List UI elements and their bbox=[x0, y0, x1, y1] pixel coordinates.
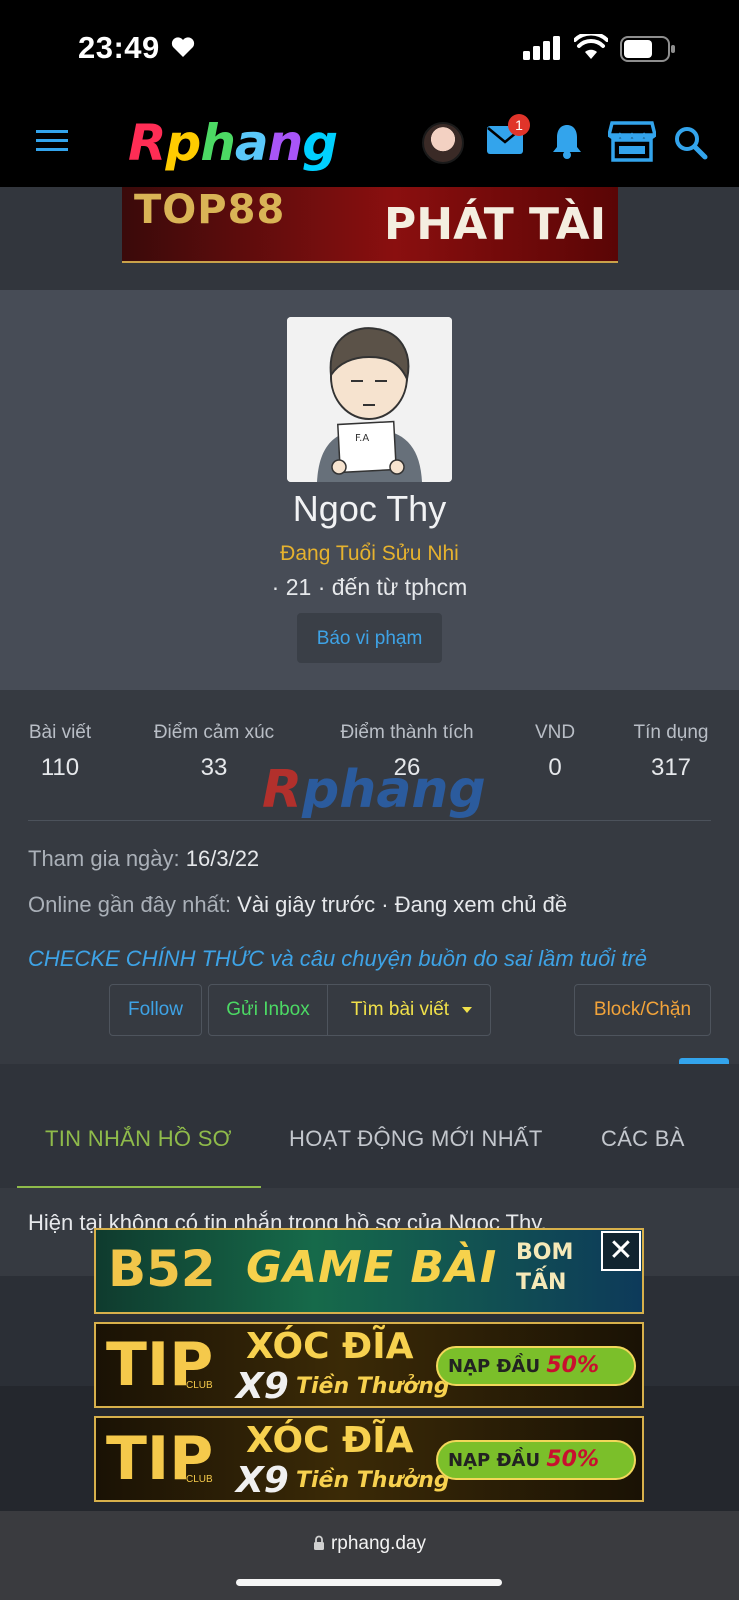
tip-ad-subtitle: Tiền Thưởng bbox=[296, 1374, 450, 1399]
tip-xoc-dia-ad[interactable]: TIP CLUB XÓC ĐĨA X9 Tiền Thưởng NẠP ĐẦU … bbox=[94, 1322, 644, 1408]
report-button[interactable]: Báo vi phạm bbox=[297, 613, 442, 663]
top-banner-ad[interactable]: TOP88 PHÁT TÀI bbox=[122, 187, 618, 263]
joined-date-row: Tham gia ngày: 16/3/22 bbox=[28, 846, 259, 872]
joined-value: 16/3/22 bbox=[185, 846, 260, 871]
tip-ad-x9: X9 bbox=[236, 1366, 289, 1407]
cellular-signal-icon bbox=[523, 36, 560, 60]
lock-icon bbox=[313, 1535, 324, 1550]
mail-badge: 1 bbox=[508, 114, 530, 136]
stat-label: Điểm cảm xúc bbox=[153, 722, 275, 743]
profile-header: F.A Ngoc Thy Đang Tuổi Sửu Nhi · 21 · đế… bbox=[0, 290, 739, 690]
online-value: Vài giây trước · Đang xem chủ đề bbox=[237, 892, 568, 917]
cartoon-avatar-image: F.A bbox=[287, 317, 452, 482]
b52-ad-side-line-2: TẤN bbox=[516, 1270, 567, 1295]
tip-ad-subtitle: Tiền Thưởng bbox=[296, 1468, 450, 1493]
profile-tabs: TIN NHẮN HỒ SƠ HOẠT ĐỘNG MỚI NHẤT CÁC BÀ bbox=[0, 1064, 739, 1189]
bell-icon[interactable] bbox=[551, 122, 583, 160]
profile-avatar[interactable]: F.A bbox=[287, 317, 452, 482]
status-bar: 23:49 bbox=[0, 0, 739, 100]
stat-label: Tín dụng bbox=[633, 722, 709, 743]
b52-ad-title: GAME BÀI bbox=[246, 1242, 498, 1293]
user-avatar[interactable] bbox=[422, 122, 464, 164]
tip-ad-club: CLUB bbox=[186, 1474, 213, 1485]
top-navbar: Rphang 1 bbox=[0, 100, 739, 187]
tab-profile-posts[interactable]: TIN NHẮN HỒ SƠ bbox=[45, 1126, 232, 1152]
stat-value: 110 bbox=[40, 754, 80, 781]
browser-url-bar[interactable]: rphang.day bbox=[0, 1511, 739, 1600]
find-posts-label: Tìm bài viết bbox=[350, 999, 450, 1020]
tip-ad-x9: X9 bbox=[236, 1460, 289, 1501]
last-online-row: Online gần đây nhất: Vài giây trước · Đa… bbox=[28, 892, 567, 918]
profile-name: Ngoc Thy bbox=[292, 488, 447, 529]
url-display[interactable]: rphang.day bbox=[0, 1533, 739, 1555]
battery-icon bbox=[620, 36, 675, 62]
tip-ad-club: CLUB bbox=[186, 1380, 213, 1391]
stat-value: 0 bbox=[548, 754, 562, 781]
b52-ad-logo: B52 bbox=[108, 1240, 216, 1298]
search-icon[interactable] bbox=[674, 126, 708, 160]
profile-user-title: Đang Tuổi Sửu Nhi bbox=[280, 542, 459, 565]
block-button[interactable]: Block/Chặn bbox=[574, 984, 711, 1036]
profile-meta: · 21 · đến từ tphcm bbox=[271, 574, 468, 600]
follow-button[interactable]: Follow bbox=[109, 984, 202, 1036]
stat-credit: Tín dụng 317 bbox=[628, 722, 714, 782]
top-ad-area: TOP88 PHÁT TÀI bbox=[0, 187, 739, 290]
stat-value: 317 bbox=[650, 754, 692, 781]
tab-postings[interactable]: CÁC BÀ bbox=[601, 1126, 685, 1152]
tip-ad-title: XÓC ĐĨA bbox=[246, 1420, 414, 1461]
stat-label: VND bbox=[534, 722, 576, 743]
stat-posts[interactable]: Bài viết 110 bbox=[22, 722, 98, 782]
tab-latest-activity[interactable]: HOẠT ĐỘNG MỚI NHẤT bbox=[289, 1126, 543, 1152]
site-logo[interactable]: Rphang bbox=[128, 114, 338, 172]
b52-ad-side: BOM TẤN bbox=[516, 1238, 573, 1298]
url-domain: rphang.day bbox=[330, 1533, 427, 1554]
viewing-thread-link[interactable]: CHECKE CHÍNH THỨC và câu chuyện buồn do … bbox=[28, 946, 647, 972]
status-time: 23:49 bbox=[78, 30, 160, 65]
stat-label: Điểm thành tích bbox=[340, 722, 474, 743]
logo-watermark: Rphang bbox=[262, 760, 486, 820]
home-indicator bbox=[236, 1579, 502, 1586]
heart-icon bbox=[171, 37, 195, 57]
stat-label: Bài viết bbox=[28, 722, 92, 743]
caret-down-icon bbox=[462, 1007, 472, 1013]
wifi-icon bbox=[574, 34, 608, 59]
b52-game-ad[interactable]: B52 GAME BÀI BOM TẤN bbox=[94, 1228, 644, 1314]
tip-ad-title: XÓC ĐĨA bbox=[246, 1326, 414, 1367]
top-ad-slogan: PHÁT TÀI bbox=[384, 199, 607, 250]
online-label: Online gần đây nhất: bbox=[28, 892, 232, 917]
close-ad-button[interactable]: ✕ bbox=[601, 1231, 641, 1271]
b52-ad-side-line-1: BOM bbox=[516, 1240, 574, 1265]
top-ad-brand: TOP88 bbox=[134, 187, 286, 233]
find-posts-button[interactable]: Tìm bài viết bbox=[327, 984, 491, 1036]
profile-stats: Bài viết 110 Điểm cảm xúc 33 Điểm thành … bbox=[0, 690, 739, 1064]
send-inbox-button[interactable]: Gửi Inbox bbox=[208, 984, 328, 1036]
tip-ad-promo: NẠP ĐẦU 50% bbox=[436, 1346, 636, 1386]
stats-divider bbox=[28, 820, 711, 821]
stat-vnd: VND 0 bbox=[530, 722, 580, 782]
hamburger-menu-icon[interactable] bbox=[36, 128, 68, 154]
tip-ad-promo: NẠP ĐẦU 50% bbox=[436, 1440, 636, 1480]
store-icon[interactable] bbox=[608, 120, 656, 162]
tip-xoc-dia-ad[interactable]: TIP CLUB XÓC ĐĨA X9 Tiền Thưởng NẠP ĐẦU … bbox=[94, 1416, 644, 1502]
joined-label: Tham gia ngày: bbox=[28, 846, 180, 871]
avatar-sign-text: F.A bbox=[355, 433, 369, 444]
